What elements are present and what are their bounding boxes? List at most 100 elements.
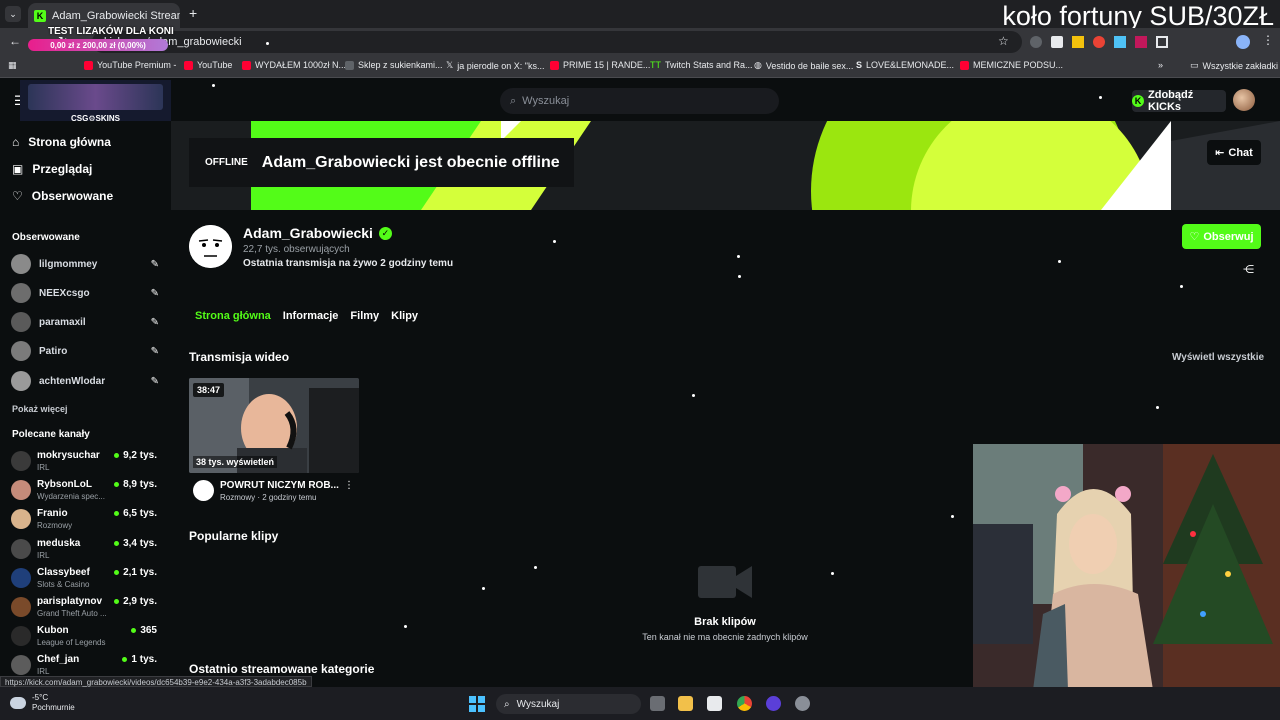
apps-icon[interactable]: ▦ bbox=[8, 60, 17, 71]
sidebar-nav-home[interactable]: ⌂ Strona główna bbox=[12, 135, 111, 149]
extension-icon[interactable] bbox=[1114, 36, 1126, 48]
video-title[interactable]: POWRUT NICZYM ROB... bbox=[220, 480, 339, 491]
profile-icon[interactable] bbox=[1236, 35, 1250, 49]
recommended-channel[interactable]: RybsonLoL Wydarzenia spec... 8,9 tys. bbox=[11, 477, 161, 503]
get-kicks-button[interactable]: K Zdobądź KICKs bbox=[1132, 89, 1226, 113]
extension-icon[interactable] bbox=[1072, 36, 1084, 48]
follow-button[interactable]: ♡ Obserwuj bbox=[1182, 224, 1261, 249]
task-view-icon[interactable] bbox=[650, 696, 665, 711]
weather-widget[interactable]: -5°C Pochmurnie bbox=[10, 693, 75, 713]
channel-tabs: Strona główna Informacje Filmy Klipy bbox=[189, 305, 424, 329]
viewer-count: 2,9 tys. bbox=[114, 596, 157, 607]
shop-icon: S bbox=[856, 60, 863, 70]
all-bookmarks[interactable]: ▭ Wszystkie zakładki bbox=[1190, 60, 1278, 71]
file-explorer-icon[interactable] bbox=[678, 696, 693, 711]
no-clips-title: Brak klipów bbox=[694, 616, 756, 628]
site-search-input[interactable]: ⌕ Wyszukaj bbox=[500, 88, 779, 114]
tab-clips[interactable]: Klipy bbox=[385, 305, 424, 329]
user-avatar[interactable] bbox=[1233, 89, 1255, 111]
live-dot-icon bbox=[114, 541, 120, 546]
channel-avatar[interactable] bbox=[189, 225, 232, 268]
tab-search-button[interactable]: ⌄ bbox=[5, 6, 21, 22]
temperature: -5°C bbox=[32, 693, 49, 702]
new-tab-button[interactable]: + bbox=[189, 5, 197, 21]
browse-icon: ▣ bbox=[12, 162, 24, 176]
viewer-count: 2,1 tys. bbox=[114, 567, 157, 578]
taskbar-search[interactable]: ⌕ Wyszukaj bbox=[496, 694, 641, 714]
following-item[interactable]: NEEXcsgo ✎ bbox=[11, 282, 161, 304]
bookmark-item[interactable]: S LOVE&LEMONADE... bbox=[856, 60, 954, 70]
bookmark-item[interactable]: YouTube bbox=[184, 60, 232, 70]
video-thumbnail[interactable]: 38:47 38 tys. wyświetleń bbox=[189, 378, 359, 473]
tab-videos[interactable]: Filmy bbox=[344, 305, 385, 329]
bookmark-item[interactable]: Sklep z sukienkami... bbox=[345, 60, 443, 70]
bookmark-item[interactable]: PRIME 15 | RANDE... bbox=[550, 60, 650, 70]
site-header: ☰ ⌕ Wyszukaj K Zdobądź KICKs bbox=[0, 79, 1280, 121]
chrome-icon[interactable] bbox=[737, 696, 752, 711]
video-channel-avatar[interactable] bbox=[193, 480, 214, 501]
extension-icon[interactable] bbox=[1030, 36, 1042, 48]
show-more-link[interactable]: Pokaż więcej bbox=[12, 404, 68, 414]
extension-icon[interactable] bbox=[1051, 36, 1063, 48]
video-section-title: Transmisja wideo bbox=[189, 350, 290, 364]
bookmark-item[interactable]: MEMICZNE PODSU... bbox=[960, 60, 1063, 70]
tab-home[interactable]: Strona główna bbox=[189, 305, 277, 329]
app-icon[interactable] bbox=[766, 696, 781, 711]
share-icon[interactable]: ⋲ bbox=[1243, 263, 1254, 276]
bookmark-item[interactable]: YouTube Premium - bbox=[84, 60, 176, 70]
video-duration: 38:47 bbox=[193, 383, 225, 397]
avatar bbox=[11, 480, 31, 500]
recommended-channel[interactable]: Franio Rozmowy 6,5 tys. bbox=[11, 506, 161, 532]
notifications-off-icon[interactable]: ✎ bbox=[151, 346, 159, 357]
notifications-off-icon[interactable]: ✎ bbox=[151, 317, 159, 328]
last-stream-info: Ostatnia transmisja na żywo 2 godziny te… bbox=[243, 258, 454, 269]
notifications-off-icon[interactable]: ✎ bbox=[151, 288, 159, 299]
bookmark-item[interactable]: 𝕏ja pierodle on X: "ks... bbox=[446, 60, 545, 71]
live-dot-icon bbox=[114, 599, 120, 604]
bookmark-item[interactable]: TT Twitch Stats and Ra... bbox=[650, 60, 753, 70]
viewer-count: 365 bbox=[131, 625, 157, 636]
tab-title: Adam_Grabowiecki Stream - W bbox=[52, 9, 180, 22]
recommended-channel[interactable]: Classybeef Slots & Casino 2,1 tys. bbox=[11, 565, 161, 591]
video-options-icon[interactable]: ⋮ bbox=[344, 480, 354, 491]
x-icon: 𝕏 bbox=[446, 60, 454, 70]
recommended-channel[interactable]: Chef_jan IRL 1 tys. bbox=[11, 652, 161, 678]
extension-icon[interactable] bbox=[1135, 36, 1147, 48]
donation-goal-widget: TEST LIZAKÓW DLA KONI 0,00 zł z 200,00 z… bbox=[28, 26, 178, 60]
bookmark-star-icon[interactable]: ☆ bbox=[998, 34, 1009, 48]
chat-button[interactable]: ⇤ Chat bbox=[1207, 140, 1261, 165]
avatar bbox=[11, 283, 31, 303]
see-all-link[interactable]: Wyświetl wszystkie bbox=[1172, 352, 1264, 363]
settings-gear-icon[interactable] bbox=[795, 696, 810, 711]
youtube-icon bbox=[960, 60, 969, 70]
bookmarks-overflow-icon[interactable]: » bbox=[1158, 60, 1163, 70]
menu-dots-icon[interactable]: ⋮ bbox=[1262, 33, 1274, 47]
windows-start-icon[interactable] bbox=[469, 696, 485, 712]
link-status-bar: https://kick.com/adam_grabowiecki/videos… bbox=[0, 676, 312, 687]
live-dot-icon bbox=[114, 570, 120, 575]
sidebar-nav-browse[interactable]: ▣ Przeglądaj bbox=[12, 162, 92, 176]
back-icon[interactable]: ← bbox=[9, 34, 21, 48]
sidebar-nav-following[interactable]: ♡ Obserwowane bbox=[12, 189, 113, 203]
notifications-off-icon[interactable]: ✎ bbox=[151, 259, 159, 270]
following-item[interactable]: Patiro ✎ bbox=[11, 340, 161, 362]
search-icon: ⌕ bbox=[510, 94, 517, 107]
notifications-off-icon[interactable]: ✎ bbox=[151, 376, 159, 387]
recommended-channel[interactable]: Kubon League of Legends 365 bbox=[11, 623, 161, 649]
following-item[interactable]: paramaxil ✎ bbox=[11, 311, 161, 333]
address-bar[interactable]: kick.com/adam_grabowiecki bbox=[92, 31, 1022, 53]
bookmark-item[interactable]: WYDAŁEM 1000zł N... bbox=[242, 60, 346, 70]
store-icon[interactable] bbox=[707, 696, 722, 711]
puzzle-icon[interactable] bbox=[1156, 36, 1168, 48]
recommended-channel[interactable]: parisplatynov Grand Theft Auto ... 2,9 tys… bbox=[11, 594, 161, 620]
recommended-channel[interactable]: mokrysuchar IRL 9,2 tys. bbox=[11, 448, 161, 474]
extension-icon[interactable] bbox=[1093, 36, 1105, 48]
live-dot-icon bbox=[122, 657, 128, 662]
tab-about[interactable]: Informacje bbox=[277, 305, 345, 329]
bookmark-item[interactable]: ◍ Vestido de baile sex... bbox=[754, 60, 853, 71]
following-item[interactable]: achtenWlodar ✎ bbox=[11, 370, 161, 392]
recommended-channel[interactable]: meduska IRL 3,4 tys. bbox=[11, 536, 161, 562]
browser-tab-active[interactable]: K Adam_Grabowiecki Stream - W ✕ bbox=[28, 3, 180, 28]
offline-message: Adam_Grabowiecki jest obecnie offline bbox=[261, 153, 560, 171]
following-item[interactable]: lilgmommey ✎ bbox=[11, 253, 161, 275]
